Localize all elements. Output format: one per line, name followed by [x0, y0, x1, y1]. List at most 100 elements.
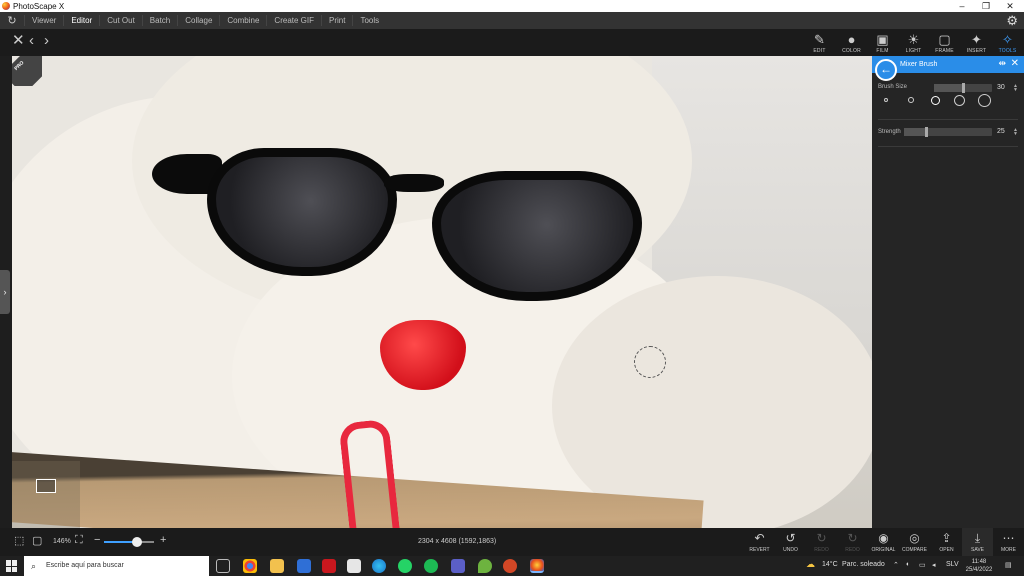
- original-button[interactable]: ◉ ORIGINAL: [868, 528, 899, 556]
- pin-icon[interactable]: ⇹: [998, 58, 1006, 69]
- weather-description[interactable]: Parc. soleado: [842, 561, 885, 568]
- menu-batch[interactable]: Batch: [141, 15, 177, 26]
- compare-icon: ◎: [909, 531, 920, 545]
- tab-edit[interactable]: ✎ EDIT: [804, 29, 835, 56]
- previous-photo-icon[interactable]: ‹: [29, 33, 34, 49]
- zoom-slider-knob[interactable]: [131, 537, 142, 547]
- spotify-icon[interactable]: [424, 559, 438, 573]
- taskbar-search-box[interactable]: ⌕ Escribe aquí para buscar: [24, 556, 209, 576]
- teams-icon[interactable]: [451, 559, 465, 573]
- whatsapp-icon[interactable]: [398, 559, 412, 573]
- strength-slider-knob[interactable]: [924, 127, 928, 137]
- zoom-in-icon[interactable]: +: [160, 534, 166, 546]
- menu-create-gif[interactable]: Create GIF: [266, 15, 321, 26]
- brush-preset-l[interactable]: [954, 95, 965, 106]
- menu-tools[interactable]: Tools: [352, 15, 386, 26]
- mail-icon[interactable]: [297, 559, 311, 573]
- weather-temperature[interactable]: 14°C: [822, 561, 838, 568]
- panel-close-icon[interactable]: ✕: [1011, 58, 1019, 69]
- tab-light[interactable]: ☀ LIGHT: [898, 29, 929, 56]
- menu-cut-out[interactable]: Cut Out: [99, 15, 142, 26]
- tab-edit-label: EDIT: [813, 48, 826, 54]
- tab-frame[interactable]: ▢ FRAME: [929, 29, 960, 56]
- photoscape-taskbar-icon[interactable]: [530, 559, 544, 573]
- film-icon: ▣: [876, 32, 889, 47]
- save-icon: ⤓: [974, 531, 981, 545]
- navigator-viewport[interactable]: [36, 479, 56, 493]
- menu-print[interactable]: Print: [321, 15, 352, 26]
- task-view-icon[interactable]: [216, 559, 230, 573]
- strength-slider[interactable]: [904, 127, 992, 137]
- brush-size-slider-knob[interactable]: [961, 83, 965, 93]
- taskbar-search-placeholder: Escribe aquí para buscar: [46, 562, 124, 569]
- brush-preset-xl[interactable]: [978, 94, 991, 107]
- close-window-button[interactable]: ✕: [998, 0, 1022, 12]
- redo-label: REDO: [814, 547, 829, 553]
- file-explorer-icon[interactable]: [270, 559, 284, 573]
- tray-chevron-icon[interactable]: ⌃: [893, 561, 899, 569]
- weather-icon[interactable]: ☁: [806, 559, 815, 570]
- undo-button[interactable]: ↺ UNDO: [775, 528, 806, 556]
- brush-preset-xs[interactable]: [884, 98, 888, 102]
- save-button[interactable]: ⤓ SAVE: [962, 528, 993, 556]
- photo-canvas[interactable]: PRO: [12, 56, 872, 528]
- brush-size-slider[interactable]: [934, 83, 992, 93]
- tab-tools[interactable]: ✧ TOOLS: [992, 29, 1023, 56]
- edge-icon[interactable]: [372, 559, 386, 573]
- store-icon[interactable]: [347, 559, 361, 573]
- menu-editor[interactable]: Editor: [63, 15, 99, 26]
- settings-gear-icon[interactable]: ⚙: [1006, 13, 1018, 29]
- acrobat-icon[interactable]: [322, 559, 336, 573]
- zoom-slider[interactable]: [104, 537, 154, 547]
- revert-button[interactable]: ↶ REVERT: [744, 528, 775, 556]
- tray-app-icon[interactable]: ◐: [906, 561, 910, 568]
- brush-size-value[interactable]: 30: [997, 84, 1005, 91]
- zoom-out-icon[interactable]: −: [94, 534, 100, 546]
- strength-stepper-icon[interactable]: ▲ ▼: [1013, 128, 1018, 137]
- selection-grid-icon[interactable]: ⬚: [14, 534, 24, 547]
- clock-date: 25/4/2022: [965, 567, 993, 573]
- strength-value[interactable]: 25: [997, 128, 1005, 135]
- compare-button[interactable]: ◎ COMPARE: [899, 528, 930, 556]
- side-panel-toggle[interactable]: ›: [0, 270, 10, 314]
- fit-icon[interactable]: ▢: [32, 534, 42, 547]
- brush-preset-m[interactable]: [931, 96, 940, 105]
- menu-combine[interactable]: Combine: [219, 15, 266, 26]
- menu-collage[interactable]: Collage: [177, 15, 219, 26]
- redo-icon: ↻: [816, 531, 827, 545]
- powerpoint-icon[interactable]: [503, 559, 517, 573]
- network-icon[interactable]: ▭: [919, 561, 926, 569]
- notifications-icon[interactable]: ▤: [1005, 561, 1012, 569]
- back-arrow-icon[interactable]: ←: [875, 59, 897, 81]
- navigator-thumbnail[interactable]: [12, 461, 80, 528]
- title-bar: PhotoScape X – ❐ ✕: [0, 0, 1024, 12]
- app-green-icon[interactable]: [478, 559, 492, 573]
- close-icon[interactable]: ✕: [12, 33, 25, 49]
- next-photo-icon[interactable]: ›: [44, 33, 49, 49]
- menu-viewer[interactable]: Viewer: [24, 15, 63, 26]
- volume-icon[interactable]: ◂: [932, 561, 936, 569]
- tab-color[interactable]: ● COLOR: [836, 29, 867, 56]
- input-language[interactable]: SLV: [946, 561, 959, 568]
- redo-all-button[interactable]: ↻ REDO: [837, 528, 868, 556]
- revert-icon: ↶: [754, 531, 765, 545]
- more-button[interactable]: ⋯ MORE: [993, 528, 1024, 556]
- minimize-button[interactable]: –: [950, 0, 974, 12]
- tab-color-label: COLOR: [842, 48, 861, 54]
- tab-light-label: LIGHT: [905, 48, 922, 54]
- tab-film[interactable]: ▣ FILM: [867, 29, 898, 56]
- fullscreen-icon[interactable]: ⛶: [75, 534, 83, 547]
- open-button[interactable]: ⇪ OPEN: [931, 528, 962, 556]
- chrome-icon[interactable]: [243, 559, 257, 573]
- more-label: MORE: [1001, 547, 1016, 553]
- brush-size-stepper-icon[interactable]: ▲ ▼: [1013, 84, 1018, 93]
- brush-size-label: Brush Size: [878, 84, 908, 90]
- home-icon[interactable]: ↻: [0, 12, 24, 29]
- maximize-button[interactable]: ❐: [974, 0, 998, 12]
- taskbar-clock[interactable]: 11:48 25/4/2022: [962, 558, 996, 574]
- zoom-level[interactable]: 146%: [53, 538, 71, 545]
- windows-start-icon[interactable]: [6, 560, 18, 572]
- tab-insert[interactable]: ✦ INSERT: [961, 29, 992, 56]
- brush-preset-s[interactable]: [908, 97, 914, 103]
- redo-button[interactable]: ↻ REDO: [806, 528, 837, 556]
